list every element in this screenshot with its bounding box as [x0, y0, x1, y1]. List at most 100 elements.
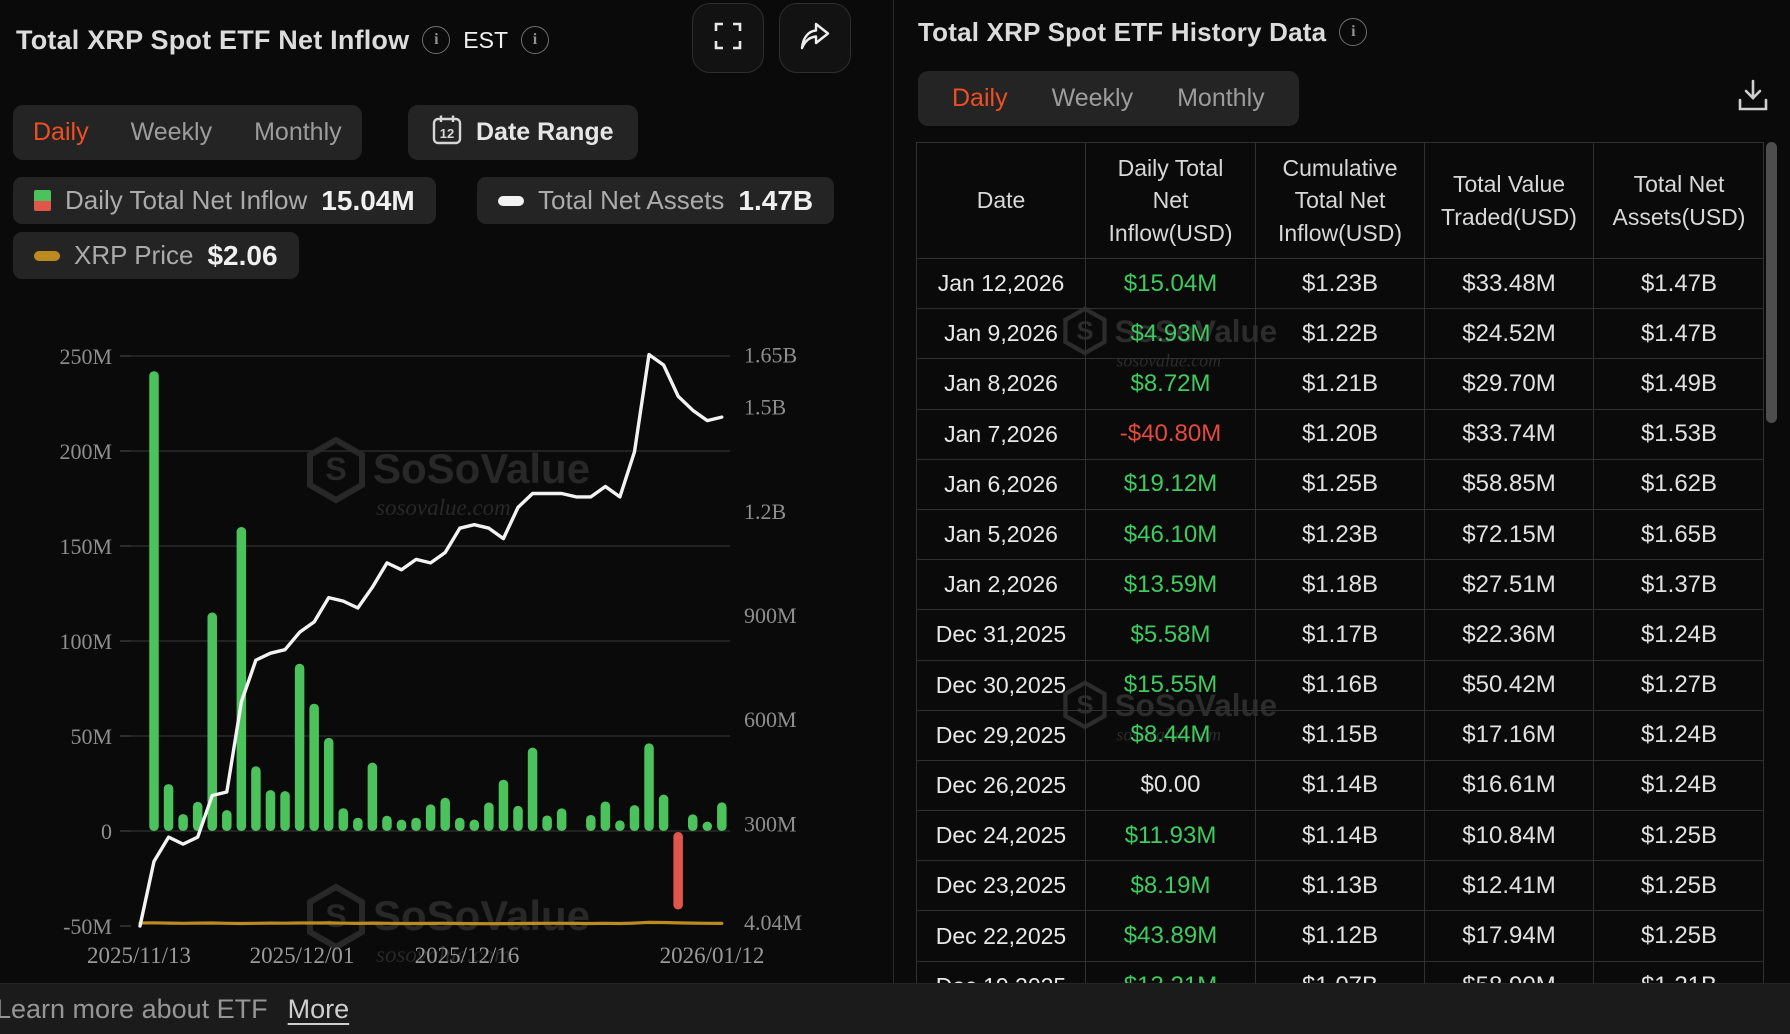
tab-history-daily[interactable]: Daily — [952, 84, 1008, 113]
table-row: Dec 24,2025 $11.93M $1.14B $10.84M $1.25B — [917, 811, 1763, 862]
cell-net-assets: $1.25B — [1594, 911, 1763, 962]
share-icon — [798, 20, 832, 57]
legend-daily-total-net-inflow[interactable]: Daily Total Net Inflow 15.04M — [13, 177, 436, 224]
table-row: Jan 5,2026 $46.10M $1.23B $72.15M $1.65B — [917, 509, 1763, 561]
table-row: Dec 22,2025 $43.89M $1.12B $17.94M $1.25B — [917, 911, 1763, 962]
cell-daily-inflow: $8.44M — [1086, 710, 1256, 761]
history-info-icon[interactable]: i — [1339, 18, 1368, 46]
timezone-info-icon[interactable]: i — [521, 26, 550, 54]
svg-text:12: 12 — [440, 126, 454, 141]
cell-daily-inflow: $5.58M — [1086, 610, 1256, 661]
date-range-button[interactable]: 12 Date Range — [408, 105, 638, 160]
legend-value: $2.06 — [207, 239, 278, 271]
cell-cumulative-inflow: $1.20B — [1256, 409, 1425, 460]
cell-date: Jan 9,2026 — [917, 309, 1086, 360]
info-icon[interactable]: i — [422, 26, 451, 54]
legend-label: XRP Price — [74, 240, 194, 270]
cell-date: Jan 7,2026 — [917, 409, 1086, 460]
legend-value: 1.47B — [738, 184, 814, 216]
cell-net-assets: $1.53B — [1594, 410, 1763, 460]
cell-net-assets: $1.62B — [1594, 460, 1763, 510]
cell-cumulative-inflow: $1.14B — [1256, 760, 1425, 812]
cell-cumulative-inflow: $1.12B — [1256, 911, 1425, 962]
cell-date: Dec 19,2025 — [917, 961, 1086, 983]
cell-value-traded: $12.41M — [1425, 861, 1594, 912]
cell-value-traded: $58.85M — [1425, 459, 1594, 510]
cell-daily-inflow: $43.89M — [1086, 911, 1256, 962]
table-header-row: Date Daily Total Net Inflow(USD) Cumulativ… — [917, 143, 1763, 259]
cell-net-assets: $1.65B — [1594, 510, 1763, 561]
cell-daily-inflow: $15.04M — [1086, 259, 1256, 310]
cell-cumulative-inflow: $1.16B — [1256, 660, 1425, 711]
tab-chart-monthly[interactable]: Monthly — [254, 118, 342, 147]
more-link[interactable]: More — [288, 994, 350, 1025]
legend-xrp-price[interactable]: XRP Price $2.06 — [13, 232, 299, 279]
cell-daily-inflow: $46.10M — [1086, 509, 1256, 561]
table-row: Dec 29,2025 $8.44M $1.15B $17.16M $1.24B — [917, 710, 1763, 761]
cell-value-traded: $16.61M — [1425, 760, 1594, 812]
cell-date: Jan 6,2026 — [917, 459, 1086, 510]
cell-value-traded: $27.51M — [1425, 560, 1594, 611]
share-button[interactable] — [779, 3, 851, 73]
table-row: Jan 12,2026 $15.04M $1.23B $33.48M $1.47B — [917, 259, 1763, 310]
cell-net-assets: $1.27B — [1594, 661, 1763, 711]
cell-date: Dec 29,2025 — [917, 710, 1086, 761]
table-row: Dec 19,2025$13.21M$1.07B$58.90M$1.21B — [917, 961, 1763, 983]
download-button[interactable] — [1729, 74, 1777, 122]
cell-cumulative-inflow: $1.23B — [1256, 509, 1425, 561]
svg-text:1.2B: 1.2B — [744, 499, 786, 524]
cell-date: Dec 30,2025 — [917, 660, 1086, 711]
tab-history-monthly[interactable]: Monthly — [1177, 84, 1265, 113]
table-row: Jan 6,2026 $19.12M $1.25B $58.85M $1.62B — [917, 459, 1763, 510]
svg-text:1.65B: 1.65B — [744, 343, 797, 368]
table-row: Dec 23,2025 $8.19M $1.13B $12.41M $1.25B — [917, 861, 1763, 912]
netflow-chart[interactable]: S SoSoValue sosovalue.com S SoSoValue so… — [0, 330, 893, 983]
cell-value-traded: $17.94M — [1425, 911, 1594, 962]
calendar-icon: 12 — [432, 114, 462, 151]
cell-cumulative-inflow: $1.14B — [1256, 811, 1425, 862]
column-header: Total Value Traded(USD) — [1425, 143, 1594, 259]
cell-net-assets: $1.47B — [1594, 309, 1763, 360]
cell-cumulative-inflow: $1.07B — [1256, 961, 1425, 983]
cell-daily-inflow: $8.19M — [1086, 861, 1256, 912]
cell-date: Dec 31,2025 — [917, 610, 1086, 661]
svg-text:S: S — [325, 898, 346, 934]
cell-value-traded: $29.70M — [1425, 359, 1594, 410]
cell-date: Dec 23,2025 — [917, 861, 1086, 912]
download-icon — [1736, 78, 1770, 119]
tab-chart-weekly[interactable]: Weekly — [131, 118, 213, 147]
chart-period-tabs: Daily Weekly Monthly — [13, 105, 362, 160]
svg-text:50M: 50M — [70, 724, 112, 749]
cell-date: Jan 12,2026 — [917, 259, 1086, 310]
cell-net-assets: $1.25B — [1594, 811, 1763, 862]
cell-net-assets: $1.37B — [1594, 560, 1763, 611]
cell-date: Dec 24,2025 — [917, 811, 1086, 862]
svg-text:2025/12/01: 2025/12/01 — [250, 943, 355, 968]
svg-text:1.5B: 1.5B — [744, 395, 786, 420]
table-scrollbar-thumb[interactable] — [1766, 142, 1777, 423]
tab-history-weekly[interactable]: Weekly — [1052, 84, 1134, 113]
cell-daily-inflow: $11.93M — [1086, 811, 1256, 862]
legend-total-net-assets[interactable]: Total Net Assets 1.47B — [477, 177, 835, 224]
tab-chart-daily[interactable]: Daily — [33, 118, 89, 147]
table-row: Jan 7,2026 -$40.80M $1.20B $33.74M $1.53B — [917, 409, 1763, 460]
sosovalue-etf-dashboard: Total XRP Spot ETF Net Inflow i EST i Da… — [0, 0, 1790, 1034]
cell-cumulative-inflow: $1.15B — [1256, 710, 1425, 761]
fullscreen-button[interactable] — [692, 3, 764, 73]
svg-text:100M: 100M — [59, 629, 112, 654]
cell-value-traded: $22.36M — [1425, 610, 1594, 661]
timezone-label: EST — [463, 26, 509, 53]
orange-dash-icon — [34, 250, 60, 261]
chart-title: Total XRP Spot ETF Net Inflow — [16, 24, 410, 55]
cell-date: Jan 2,2026 — [917, 560, 1086, 611]
cell-value-traded: $33.48M — [1425, 259, 1594, 310]
legend-value: 15.04M — [321, 184, 415, 216]
cell-cumulative-inflow: $1.23B — [1256, 259, 1425, 310]
svg-text:2025/11/13: 2025/11/13 — [87, 943, 191, 968]
table-row: Jan 8,2026 $8.72M $1.21B $29.70M $1.49B — [917, 359, 1763, 410]
legend-label: Daily Total Net Inflow — [65, 185, 308, 215]
footer-bar: Learn more about ETF More — [0, 983, 1790, 1034]
svg-text:300M: 300M — [744, 811, 797, 836]
legend-label: Total Net Assets — [538, 185, 725, 215]
svg-text:900M: 900M — [744, 603, 797, 628]
